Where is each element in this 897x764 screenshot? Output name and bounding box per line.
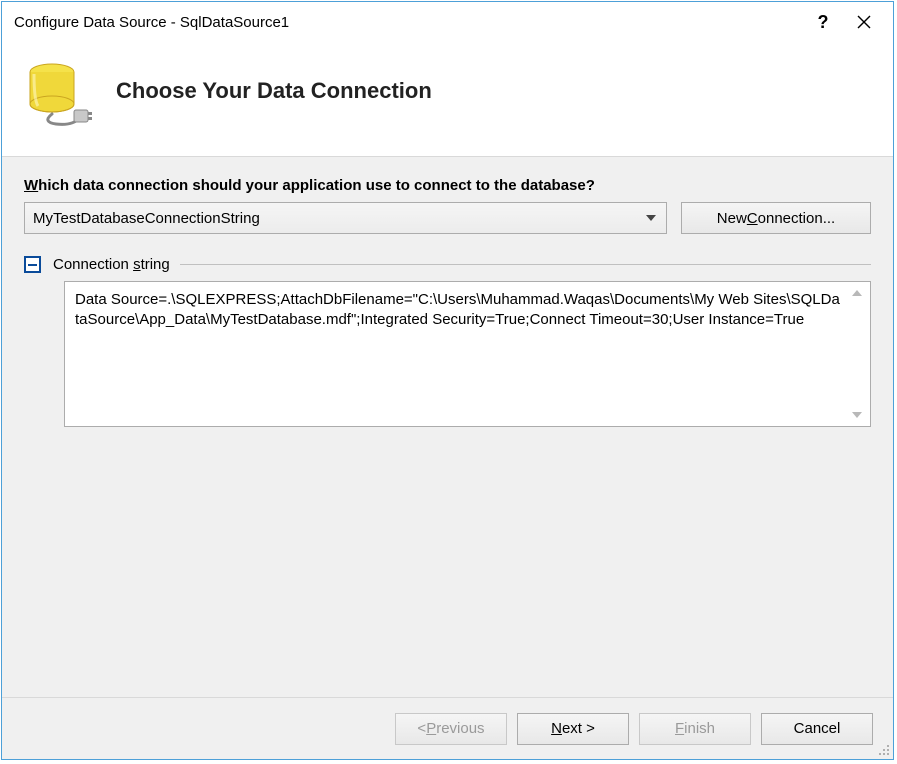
previous-button: < Previous <box>395 713 507 745</box>
window-title: Configure Data Source - SqlDataSource1 <box>14 14 805 31</box>
cancel-button[interactable]: Cancel <box>761 713 873 745</box>
connection-string-label: Connection string <box>53 256 170 273</box>
database-icon <box>22 60 92 130</box>
connection-dropdown-value: MyTestDatabaseConnectionString <box>33 210 640 227</box>
connection-dropdown[interactable]: MyTestDatabaseConnectionString <box>24 202 667 234</box>
chevron-down-icon <box>640 203 662 233</box>
connection-string-textbox[interactable]: Data Source=.\SQLEXPRESS;AttachDbFilenam… <box>64 281 871 427</box>
close-button[interactable] <box>841 6 887 38</box>
question-label: Which data connection should your applic… <box>24 177 871 194</box>
divider <box>180 264 871 265</box>
titlebar: Configure Data Source - SqlDataSource1 ? <box>2 2 893 42</box>
next-button[interactable]: Next > <box>517 713 629 745</box>
scrollbar[interactable] <box>846 284 868 424</box>
wizard-body: Which data connection should your applic… <box>2 157 893 697</box>
connection-string-expander[interactable]: Connection string <box>24 256 871 273</box>
scroll-down-icon <box>848 406 866 424</box>
collapse-icon <box>24 256 41 273</box>
connection-row: MyTestDatabaseConnectionString New Conne… <box>24 202 871 234</box>
connection-string-value: Data Source=.\SQLEXPRESS;AttachDbFilenam… <box>75 291 840 328</box>
close-icon <box>857 15 871 29</box>
titlebar-controls: ? <box>805 6 887 38</box>
new-connection-button[interactable]: New Connection... <box>681 202 871 234</box>
wizard-step-title: Choose Your Data Connection <box>116 78 432 104</box>
wizard-header: Choose Your Data Connection <box>2 42 893 157</box>
finish-button: Finish <box>639 713 751 745</box>
wizard-footer: < Previous Next > Finish Cancel <box>2 697 893 759</box>
help-button[interactable]: ? <box>805 6 841 38</box>
resize-grip-icon[interactable] <box>876 742 890 756</box>
dialog-window: Configure Data Source - SqlDataSource1 ? <box>1 1 894 760</box>
scroll-up-icon <box>848 284 866 302</box>
